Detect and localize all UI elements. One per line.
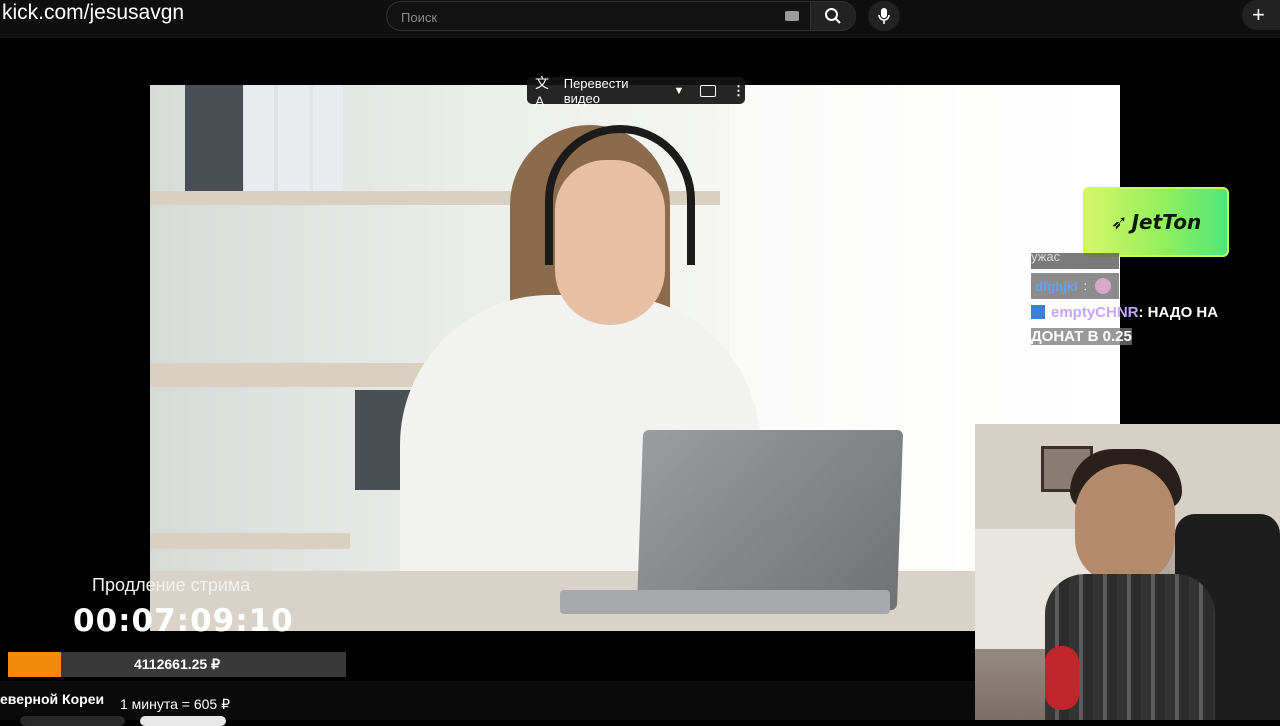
chat-message: emptyCHNR: НАДО НА ДОНАТ В 0.25 (1031, 301, 1231, 349)
chat-message: dfghjkl : (1031, 273, 1119, 299)
chat-separator: : (1083, 279, 1087, 293)
donation-progress-bar: 4112661.25 ₽ (8, 652, 346, 677)
laptop-base (560, 590, 890, 614)
chat-message-text: ДОНАТ В 0.25 (1031, 328, 1132, 345)
chat-username: dfghjkl (1035, 278, 1078, 294)
ticker-rate: 1 минута = 605 ₽ (120, 696, 231, 712)
chat-username: emptyCHNR (1051, 304, 1139, 321)
chat-message-cut: ужас (1031, 253, 1119, 269)
chat-overlay: ужас dfghjkl : emptyCHNR: НАДО НА ДОНАТ … (1031, 253, 1231, 349)
chevron-down-icon[interactable]: ▼ (673, 85, 684, 97)
binder (278, 85, 310, 191)
binder (244, 85, 274, 191)
top-bar: kick.com/jesusavgn + (0, 0, 1280, 38)
chat-message-text: : НАДО НА (1138, 304, 1219, 321)
user-badge-icon (1031, 305, 1045, 319)
binder (185, 85, 243, 191)
cam-head (1075, 464, 1175, 584)
translate-icon: 文A (535, 74, 549, 109)
shelf (150, 533, 350, 549)
binder (313, 85, 343, 191)
donation-amount: 4112661.25 ₽ (134, 656, 220, 672)
search-input[interactable] (399, 7, 773, 27)
laptop (636, 430, 904, 610)
voice-search-button[interactable] (868, 1, 900, 31)
search-icon (825, 8, 841, 24)
cam-microphone (1045, 646, 1079, 710)
microphone-icon (878, 8, 890, 24)
keyboard-icon[interactable] (785, 11, 799, 21)
streamer-webcam (975, 424, 1280, 720)
translate-video-bar[interactable]: 文A Перевести видео ▼ ⋮ (527, 75, 745, 109)
plus-icon: + (1252, 2, 1265, 27)
timer-value: 00:07:09:10 (73, 603, 294, 639)
subtitles-icon[interactable] (700, 84, 716, 97)
channel-url[interactable]: kick.com/jesusavgn (2, 1, 184, 25)
search-button[interactable] (810, 1, 856, 31)
jetton-logo: ➶ JetTon (1083, 187, 1229, 257)
jetton-arrow-icon: ➶ (1110, 210, 1128, 234)
ticker-country: еверной Кореи (0, 691, 105, 707)
timer-title: Продление стрима (92, 575, 251, 595)
emote-icon (1094, 278, 1111, 294)
ticker-pill (140, 716, 226, 726)
jetton-logo-text: JetTon (1131, 210, 1202, 234)
translate-video-label[interactable]: Перевести видео (564, 76, 666, 106)
ticker-pill (20, 716, 125, 726)
headset (545, 125, 695, 265)
create-button[interactable]: + (1242, 0, 1280, 30)
more-options-icon[interactable]: ⋮ (732, 83, 745, 99)
search-box[interactable] (386, 1, 811, 31)
